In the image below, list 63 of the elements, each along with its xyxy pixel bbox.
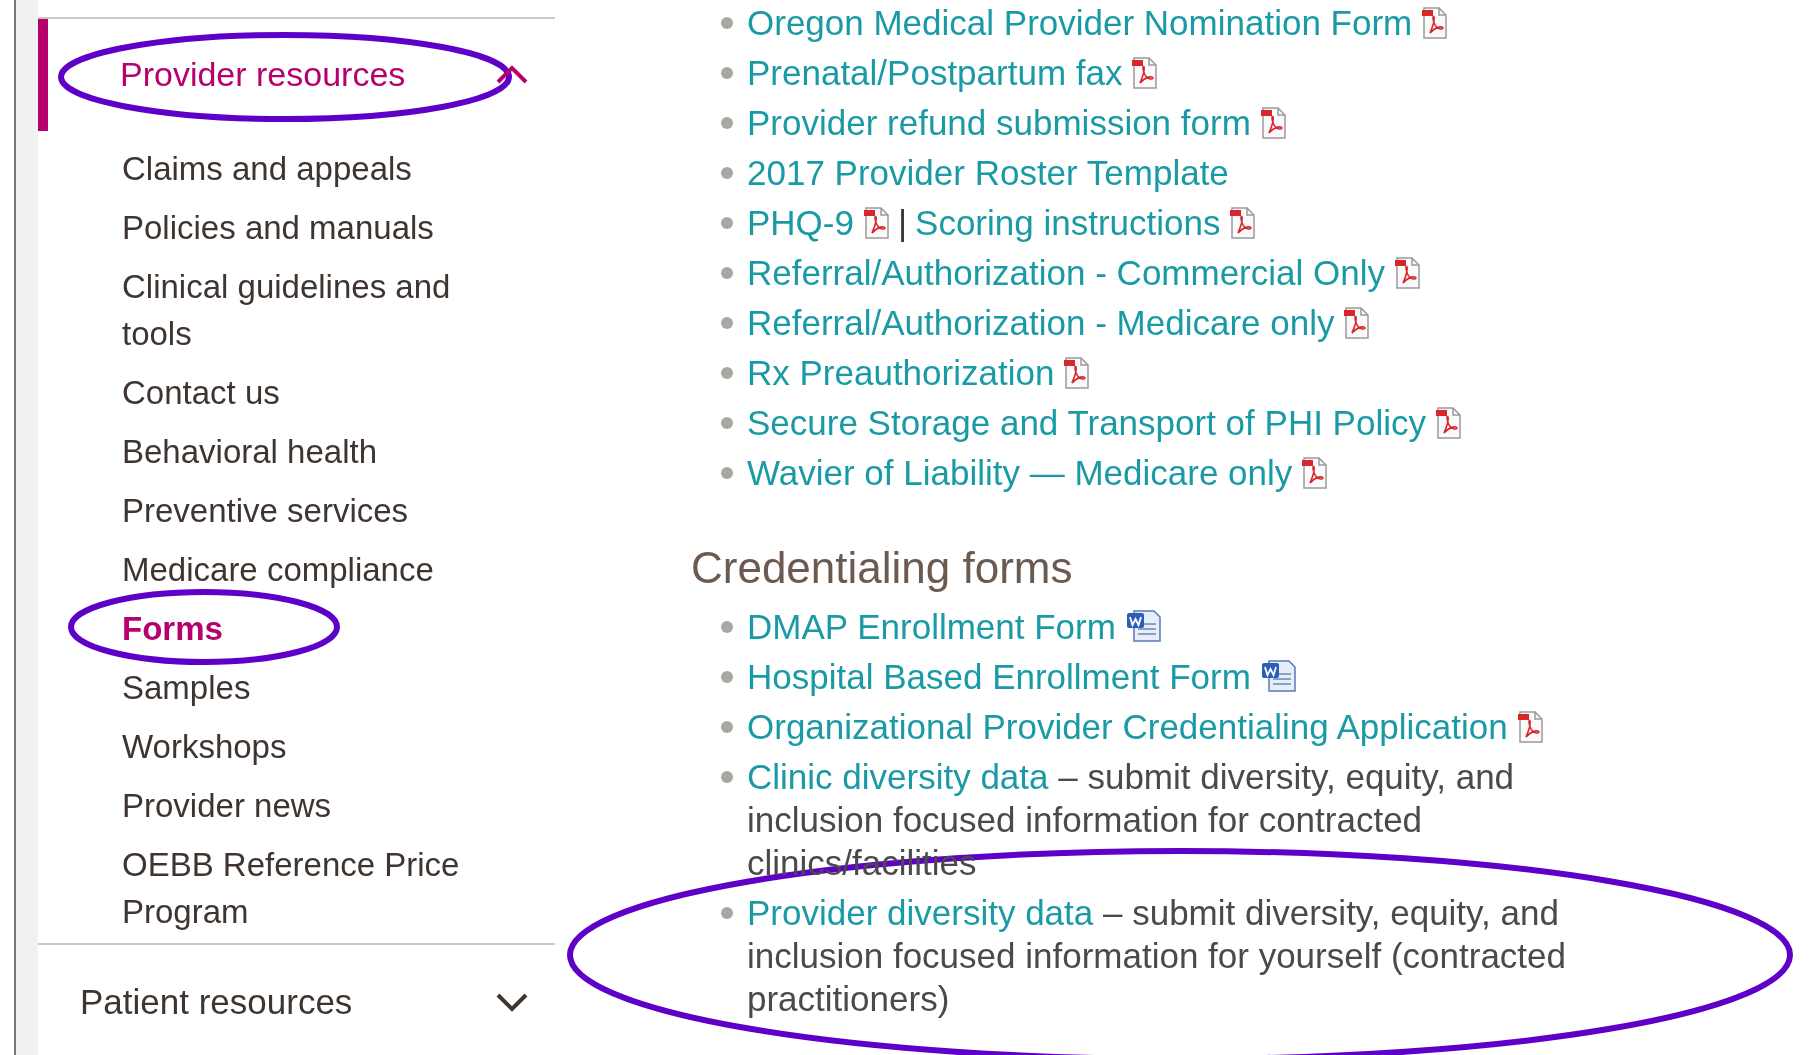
bullet-icon	[721, 907, 733, 919]
form-link[interactable]: Referral/Authorization - Medicare only	[747, 303, 1335, 342]
section-link[interactable]: Patient resources	[80, 982, 353, 1022]
sidebar-link[interactable]: Workshops	[122, 723, 287, 770]
form-link[interactable]: Prenatal/Postpartum fax	[747, 53, 1123, 92]
form-link[interactable]: Clinic diversity data	[747, 757, 1049, 796]
bullet-icon	[721, 721, 733, 733]
sidebar-link[interactable]: Forms	[122, 605, 223, 652]
sidebar-link[interactable]: Samples	[122, 664, 251, 711]
sidebar-link[interactable]: Policies and manuals	[122, 204, 434, 251]
pdf-file-icon[interactable]	[1132, 57, 1159, 89]
sidebar-link[interactable]: Claims and appeals	[122, 145, 412, 192]
bullet-icon	[721, 367, 733, 379]
pdf-file-icon[interactable]	[863, 207, 890, 239]
word-document-icon[interactable]	[1260, 659, 1297, 693]
chevron-up-icon[interactable]	[495, 64, 529, 84]
form-link[interactable]: Provider refund submission form	[747, 103, 1251, 142]
bullet-icon	[721, 167, 733, 179]
bullet-icon	[721, 67, 733, 79]
sidebar-link[interactable]: Clinical guidelines and tools	[122, 263, 522, 357]
bullet-icon	[721, 217, 733, 229]
sidebar-link[interactable]: Behavioral health	[122, 428, 377, 475]
bullet-icon	[721, 117, 733, 129]
separator: |	[897, 203, 908, 242]
bullet-icon	[721, 671, 733, 683]
pdf-file-icon[interactable]	[1422, 7, 1449, 39]
section-heading: Credentialing forms	[691, 542, 1074, 594]
bullet-icon	[721, 467, 733, 479]
bullet-icon	[721, 317, 733, 329]
pdf-file-icon[interactable]	[1435, 407, 1462, 439]
section-link[interactable]: Provider resources	[120, 54, 406, 94]
form-link[interactable]: PHQ-9	[747, 203, 854, 242]
sidebar-link[interactable]: Medicare compliance	[122, 546, 434, 593]
form-link[interactable]: Provider diversity data	[747, 893, 1094, 932]
form-link[interactable]: Wavier of Liability — Medicare only	[747, 453, 1293, 492]
pdf-file-icon[interactable]	[1395, 257, 1421, 289]
form-link[interactable]: Oregon Medical Provider Nomination Form	[747, 3, 1413, 42]
pdf-file-icon[interactable]	[1302, 457, 1329, 489]
chevron-down-icon[interactable]	[495, 992, 529, 1012]
bullet-icon	[721, 621, 733, 633]
form-link[interactable]: Secure Storage and Transport of PHI Policy	[747, 403, 1426, 442]
pdf-file-icon[interactable]	[1260, 107, 1287, 139]
pdf-file-icon[interactable]	[1230, 207, 1257, 239]
bullet-icon	[721, 17, 733, 29]
sidebar-link[interactable]: Preventive services	[122, 487, 409, 534]
form-link[interactable]: Scoring instructions	[915, 203, 1221, 242]
form-link[interactable]: Rx Preauthorization	[747, 353, 1055, 392]
bullet-icon	[721, 267, 733, 279]
description-text: Provider diversity data – submit diversity, equity, and inclusion focused information for yourself (contracted practitioners)	[747, 892, 1567, 1020]
sidebar-link[interactable]: OEBB Reference Price Program	[122, 841, 522, 935]
sidebar-link[interactable]: Provider news	[122, 782, 332, 829]
pdf-file-icon[interactable]	[1064, 357, 1091, 389]
bullet-icon	[721, 771, 733, 783]
bullet-icon	[721, 417, 733, 429]
form-link[interactable]: DMAP Enrollment Form	[747, 607, 1116, 646]
pdf-file-icon[interactable]	[1344, 307, 1371, 339]
pdf-file-icon[interactable]	[1517, 711, 1544, 743]
sidebar-link[interactable]: Contact us	[122, 369, 280, 416]
form-link[interactable]: Referral/Authorization - Commercial Only	[747, 253, 1385, 292]
form-link[interactable]: 2017 Provider Roster Template	[747, 153, 1229, 192]
form-link[interactable]: Hospital Based Enrollment Form	[747, 657, 1251, 696]
word-document-icon[interactable]	[1125, 609, 1162, 643]
form-link[interactable]: Organizational Provider Credentialing Application	[747, 707, 1508, 746]
